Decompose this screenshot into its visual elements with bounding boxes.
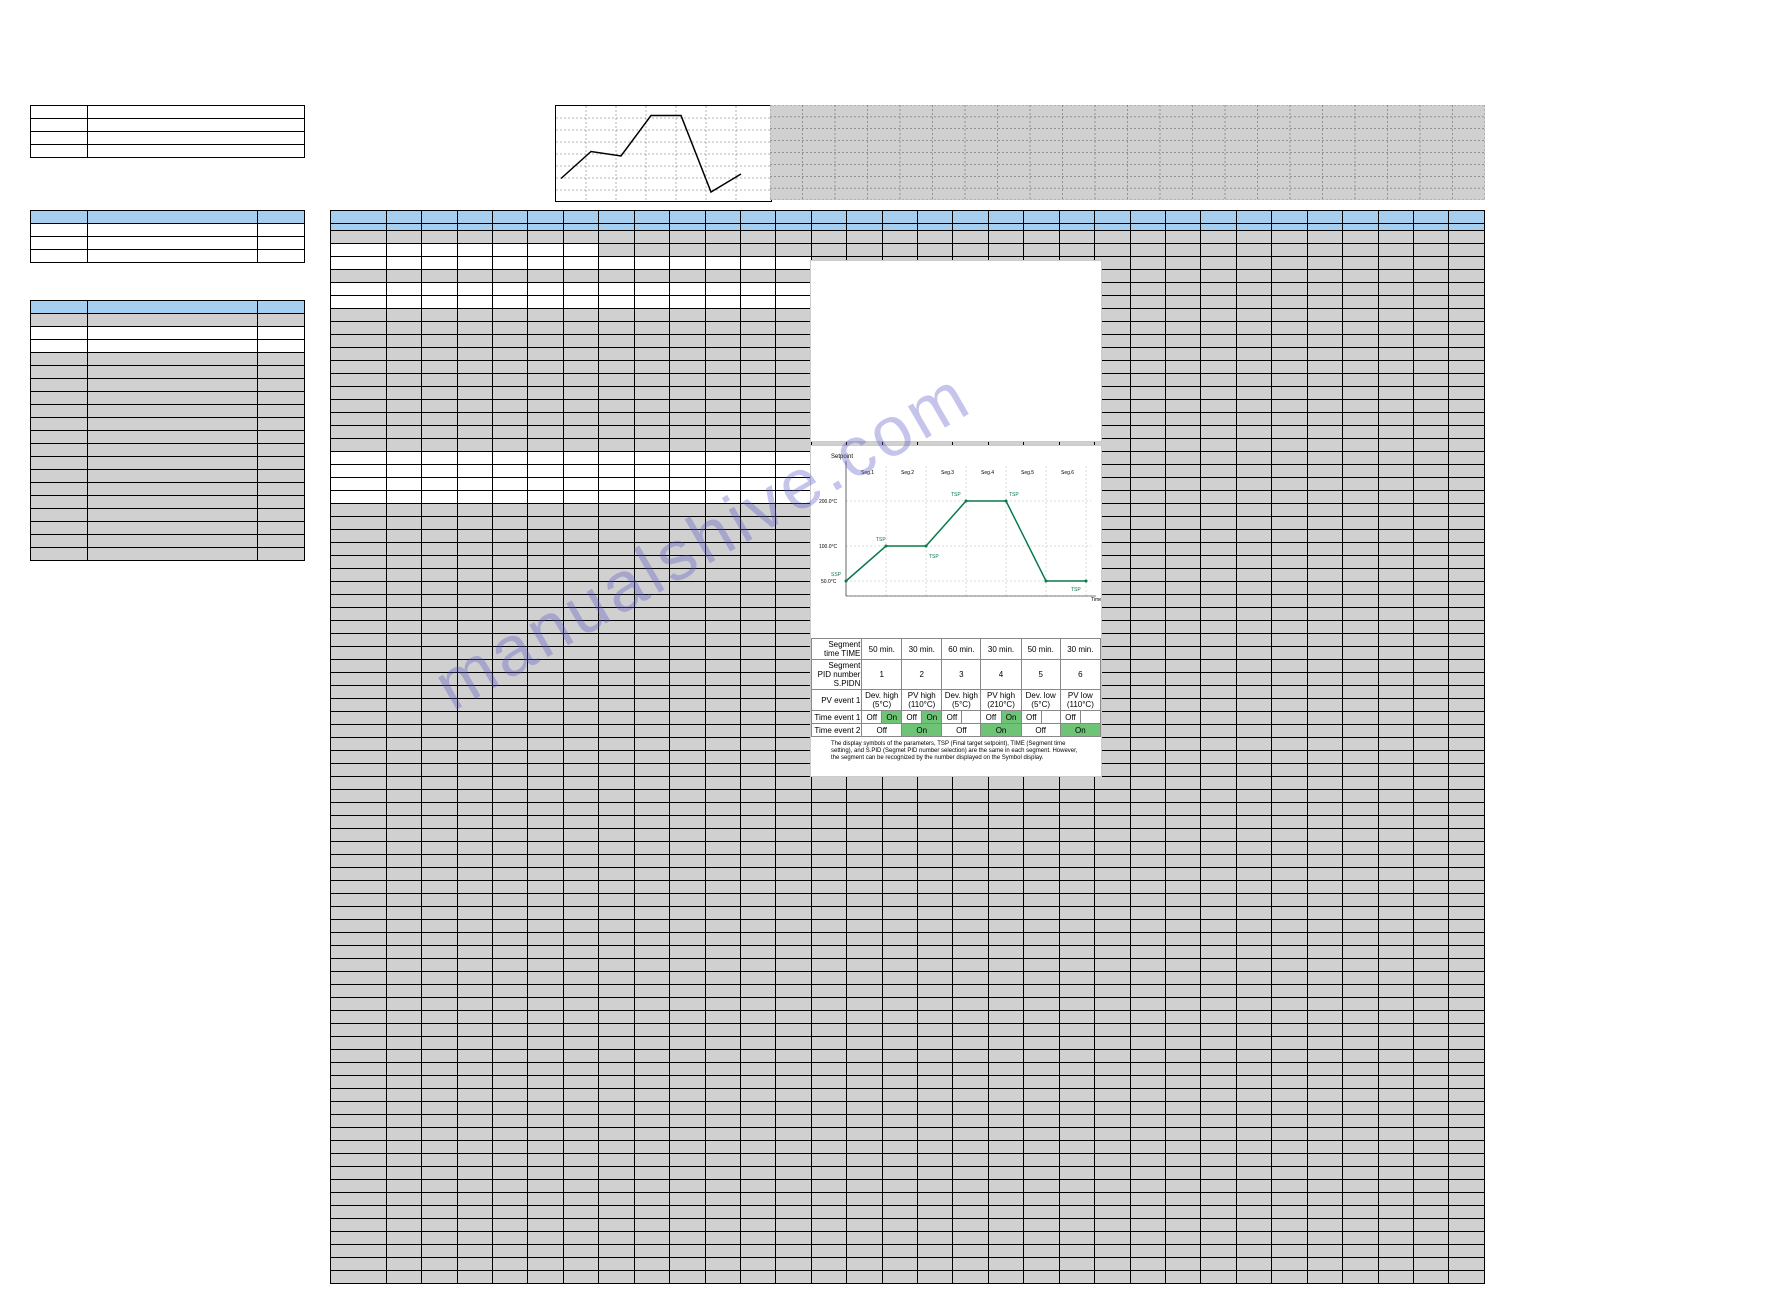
svg-text:Seg.4: Seg.4 (981, 470, 994, 476)
svg-text:Seg.6: Seg.6 (1061, 470, 1074, 476)
segment-params-table: Segment time TIME50 min.30 min.60 min.30… (811, 638, 1101, 737)
left-table-2 (30, 210, 305, 263)
profile-mini-chart (555, 105, 772, 202)
svg-text:TSP: TSP (1009, 492, 1019, 498)
svg-text:SSP: SSP (831, 572, 842, 578)
left-table-1 (30, 105, 305, 158)
svg-text:50.0°C: 50.0°C (821, 579, 837, 585)
svg-text:TSP: TSP (876, 537, 886, 543)
svg-text:Time: Time (1091, 597, 1101, 603)
segment-footnote: The display symbols of the parameters, T… (811, 737, 1101, 767)
svg-text:TSP: TSP (1071, 587, 1081, 593)
svg-text:100.0°C: 100.0°C (819, 544, 838, 550)
seg-ylabel: Setpoint (831, 454, 853, 460)
svg-text:Seg.5: Seg.5 (1021, 470, 1034, 476)
illustration-box-1 (810, 260, 1102, 442)
svg-text:TSP: TSP (951, 492, 961, 498)
svg-text:Seg.2: Seg.2 (901, 470, 914, 476)
grid-right (770, 105, 1485, 200)
segment-diagram: Setpoint Seg.1 Seg.2 Seg.3 Seg.4 Seg.5 S… (810, 445, 1102, 777)
svg-text:Seg.1: Seg.1 (861, 470, 874, 476)
svg-text:TSP: TSP (929, 554, 939, 560)
svg-text:Seg.3: Seg.3 (941, 470, 954, 476)
left-table-3 (30, 300, 305, 561)
svg-text:200.0°C: 200.0°C (819, 499, 838, 505)
